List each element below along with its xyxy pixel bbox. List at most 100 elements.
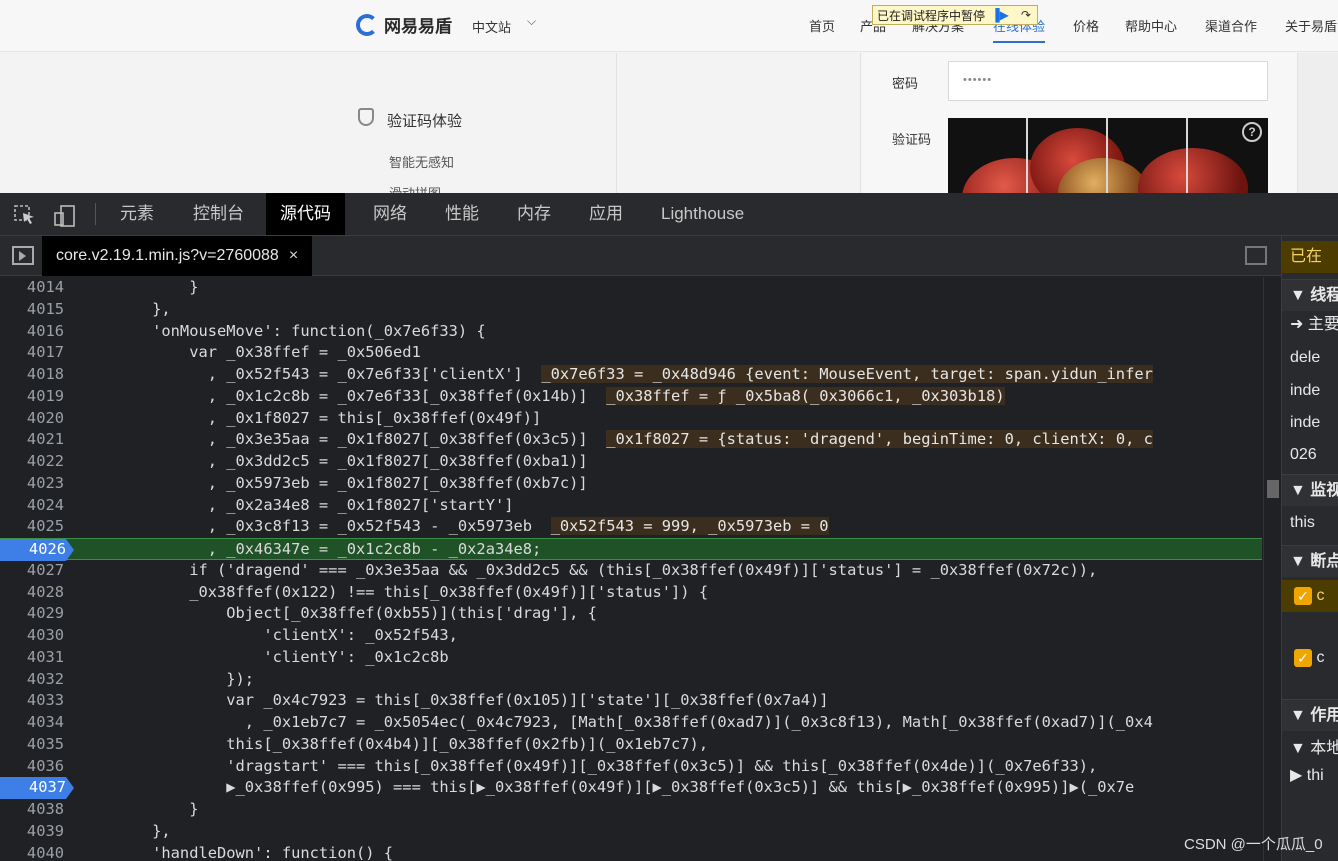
code-line[interactable]: 4025 , _0x3c8f13 = _0x52f543 - _0x5973eb… <box>0 516 1262 538</box>
line-number[interactable]: 4039 <box>0 821 64 843</box>
scrollbar-thumb[interactable] <box>1267 480 1279 498</box>
code-line[interactable]: 4020 , _0x1f8027 = this[_0x38ffef(0x49f)… <box>0 408 1262 430</box>
line-number[interactable]: 4029 <box>0 603 64 625</box>
line-number[interactable]: 4032 <box>0 669 64 691</box>
line-number[interactable]: 4018 <box>0 364 64 386</box>
captcha-image[interactable]: ? <box>948 118 1268 193</box>
toggle-debugger-icon[interactable] <box>1245 246 1267 265</box>
code-line[interactable]: 4030 'clientX': _0x52f543, <box>0 625 1262 647</box>
code-line[interactable]: 4028 _0x38ffef(0x122) !== this[_0x38ffef… <box>0 582 1262 604</box>
code-line[interactable]: 4039 }, <box>0 821 1262 843</box>
code-line[interactable]: 4019 , _0x1c2c8b = _0x7e6f33[_0x38ffef(0… <box>0 386 1262 408</box>
password-field[interactable]: •••••• <box>948 61 1268 101</box>
code-line[interactable]: 4031 'clientY': _0x1c2c8b <box>0 647 1262 669</box>
sidebar-row[interactable]: ▼ 断点 <box>1282 545 1338 577</box>
code-line[interactable]: 4027 if ('dragend' === _0x3e35aa && _0x3… <box>0 560 1262 582</box>
line-number[interactable]: 4038 <box>0 799 64 821</box>
sidebar-row[interactable]: inde <box>1282 375 1338 407</box>
checkbox[interactable] <box>1294 586 1312 605</box>
tab-memory[interactable]: 内存 <box>503 193 565 235</box>
code-line[interactable]: 4034 , _0x1eb7c7 = _0x5054ec(_0x4c7923, … <box>0 712 1262 734</box>
sidebar-row[interactable]: 026 <box>1282 439 1338 471</box>
code-line[interactable]: 4015 }, <box>0 299 1262 321</box>
line-number[interactable]: 4024 <box>0 495 64 517</box>
resume-icon[interactable]: ▐▶ <box>989 6 1011 24</box>
breakpoint-line-number[interactable]: 4037 <box>0 777 74 799</box>
line-number[interactable]: 4025 <box>0 516 64 538</box>
tab-console[interactable]: 控制台 <box>179 193 258 235</box>
line-number[interactable]: 4019 <box>0 386 64 408</box>
step-over-icon[interactable]: ↷ <box>1015 6 1037 24</box>
sidebar-row[interactable]: this <box>1282 507 1338 539</box>
file-tab[interactable]: core.v2.19.1.min.js?v=2760088 × <box>42 236 313 276</box>
code-line[interactable]: 4024 , _0x2a34e8 = _0x1f8027['startY'] <box>0 495 1262 517</box>
line-number[interactable]: 4027 <box>0 560 64 582</box>
nav-channel[interactable]: 渠道合作 <box>1205 16 1257 35</box>
code-line[interactable]: 4022 , _0x3dd2c5 = _0x1f8027[_0x38ffef(0… <box>0 451 1262 473</box>
code-line[interactable]: 4017 var _0x38ffef = _0x506ed1 <box>0 342 1262 364</box>
code-line[interactable]: 4026 , _0x46347e = _0x1c2c8b - _0x2a34e8… <box>0 538 1262 561</box>
device-toolbar-icon[interactable] <box>54 205 76 227</box>
help-icon[interactable]: ? <box>1242 122 1262 142</box>
line-number[interactable]: 4030 <box>0 625 64 647</box>
code-line[interactable]: 4021 , _0x3e35aa = _0x1f8027[_0x38ffef(0… <box>0 429 1262 451</box>
line-number[interactable]: 4028 <box>0 582 64 604</box>
language-selector[interactable]: 中文站 <box>472 17 511 36</box>
line-number[interactable]: 4022 <box>0 451 64 473</box>
tab-lighthouse[interactable]: Lighthouse <box>647 193 758 235</box>
line-number[interactable]: 4023 <box>0 473 64 495</box>
site-scrollbar[interactable] <box>1298 53 1338 193</box>
line-number[interactable]: 4036 <box>0 756 64 778</box>
code-line[interactable]: 4014 } <box>0 277 1262 299</box>
line-number[interactable]: 4035 <box>0 734 64 756</box>
code-line[interactable]: 4040 'handleDown': function() { <box>0 843 1262 861</box>
code-line[interactable]: 4029 Object[_0x38ffef(0xb55)](this['drag… <box>0 603 1262 625</box>
line-number[interactable]: 4020 <box>0 408 64 430</box>
sidebar-row[interactable]: 已在 <box>1282 241 1338 273</box>
line-number[interactable]: 4034 <box>0 712 64 734</box>
code-line[interactable]: 4035 this[_0x38ffef(0x4b4)][_0x38ffef(0x… <box>0 734 1262 756</box>
tab-application[interactable]: 应用 <box>575 193 637 235</box>
nav-help[interactable]: 帮助中心 <box>1125 16 1177 35</box>
tab-sources[interactable]: 源代码 <box>266 193 345 235</box>
nav-about[interactable]: 关于易盾 <box>1285 16 1337 35</box>
site-logo[interactable]: 网易易盾 <box>356 12 452 37</box>
code-line[interactable]: 4037 ▶_0x38ffef(0x995) === this[▶_0x38ff… <box>0 777 1262 799</box>
sidebar-row[interactable]: ▶ thi <box>1282 760 1338 792</box>
menu-item-smart[interactable]: 智能无感知 <box>389 152 454 171</box>
tab-performance[interactable]: 性能 <box>431 193 493 235</box>
code-line[interactable]: 4016 'onMouseMove': function(_0x7e6f33) … <box>0 321 1262 343</box>
sidebar-row[interactable]: ▼ 线程 <box>1282 279 1338 311</box>
code-line[interactable]: 4036 'dragstart' === this[_0x38ffef(0x49… <box>0 756 1262 778</box>
sidebar-row[interactable]: c <box>1282 642 1338 674</box>
line-number[interactable]: 4015 <box>0 299 64 321</box>
breakpoint-line-number[interactable]: 4026 <box>0 539 74 561</box>
sidebar-row[interactable] <box>1282 612 1338 644</box>
sidebar-row[interactable]: c <box>1282 580 1338 612</box>
nav-pricing[interactable]: 价格 <box>1073 16 1099 35</box>
code-line[interactable]: 4038 } <box>0 799 1262 821</box>
line-number[interactable]: 4021 <box>0 429 64 451</box>
code-line[interactable]: 4023 , _0x5973eb = _0x1f8027[_0x38ffef(0… <box>0 473 1262 495</box>
line-number[interactable]: 4014 <box>0 277 64 299</box>
close-icon[interactable]: × <box>289 247 298 265</box>
tab-network[interactable]: 网络 <box>359 193 421 235</box>
line-number[interactable]: 4017 <box>0 342 64 364</box>
line-number[interactable]: 4040 <box>0 843 64 861</box>
code-line[interactable]: 4032 }); <box>0 669 1262 691</box>
sidebar-row[interactable]: dele <box>1282 342 1338 374</box>
nav-home[interactable]: 首页 <box>809 16 835 35</box>
code-line[interactable]: 4018 , _0x52f543 = _0x7e6f33['clientX'] … <box>0 364 1262 386</box>
sidebar-row[interactable]: ➜ 主要 <box>1282 309 1338 341</box>
code-editor[interactable]: 4014 } 4015 }, 4016 'onMouseMove': functio… <box>0 277 1262 861</box>
line-number[interactable]: 4016 <box>0 321 64 343</box>
editor-scrollbar[interactable] <box>1263 277 1281 861</box>
inspect-element-icon[interactable] <box>14 205 36 225</box>
toggle-navigator-icon[interactable] <box>12 246 34 265</box>
checkbox[interactable] <box>1294 648 1312 667</box>
menu-item-slider[interactable]: 滑动拼图 <box>389 183 441 193</box>
line-number[interactable]: 4031 <box>0 647 64 669</box>
sidebar-row[interactable]: ▼ 监视 <box>1282 474 1338 506</box>
sidebar-row[interactable]: ▼ 作用 <box>1282 699 1338 731</box>
sidebar-row[interactable]: inde <box>1282 407 1338 439</box>
